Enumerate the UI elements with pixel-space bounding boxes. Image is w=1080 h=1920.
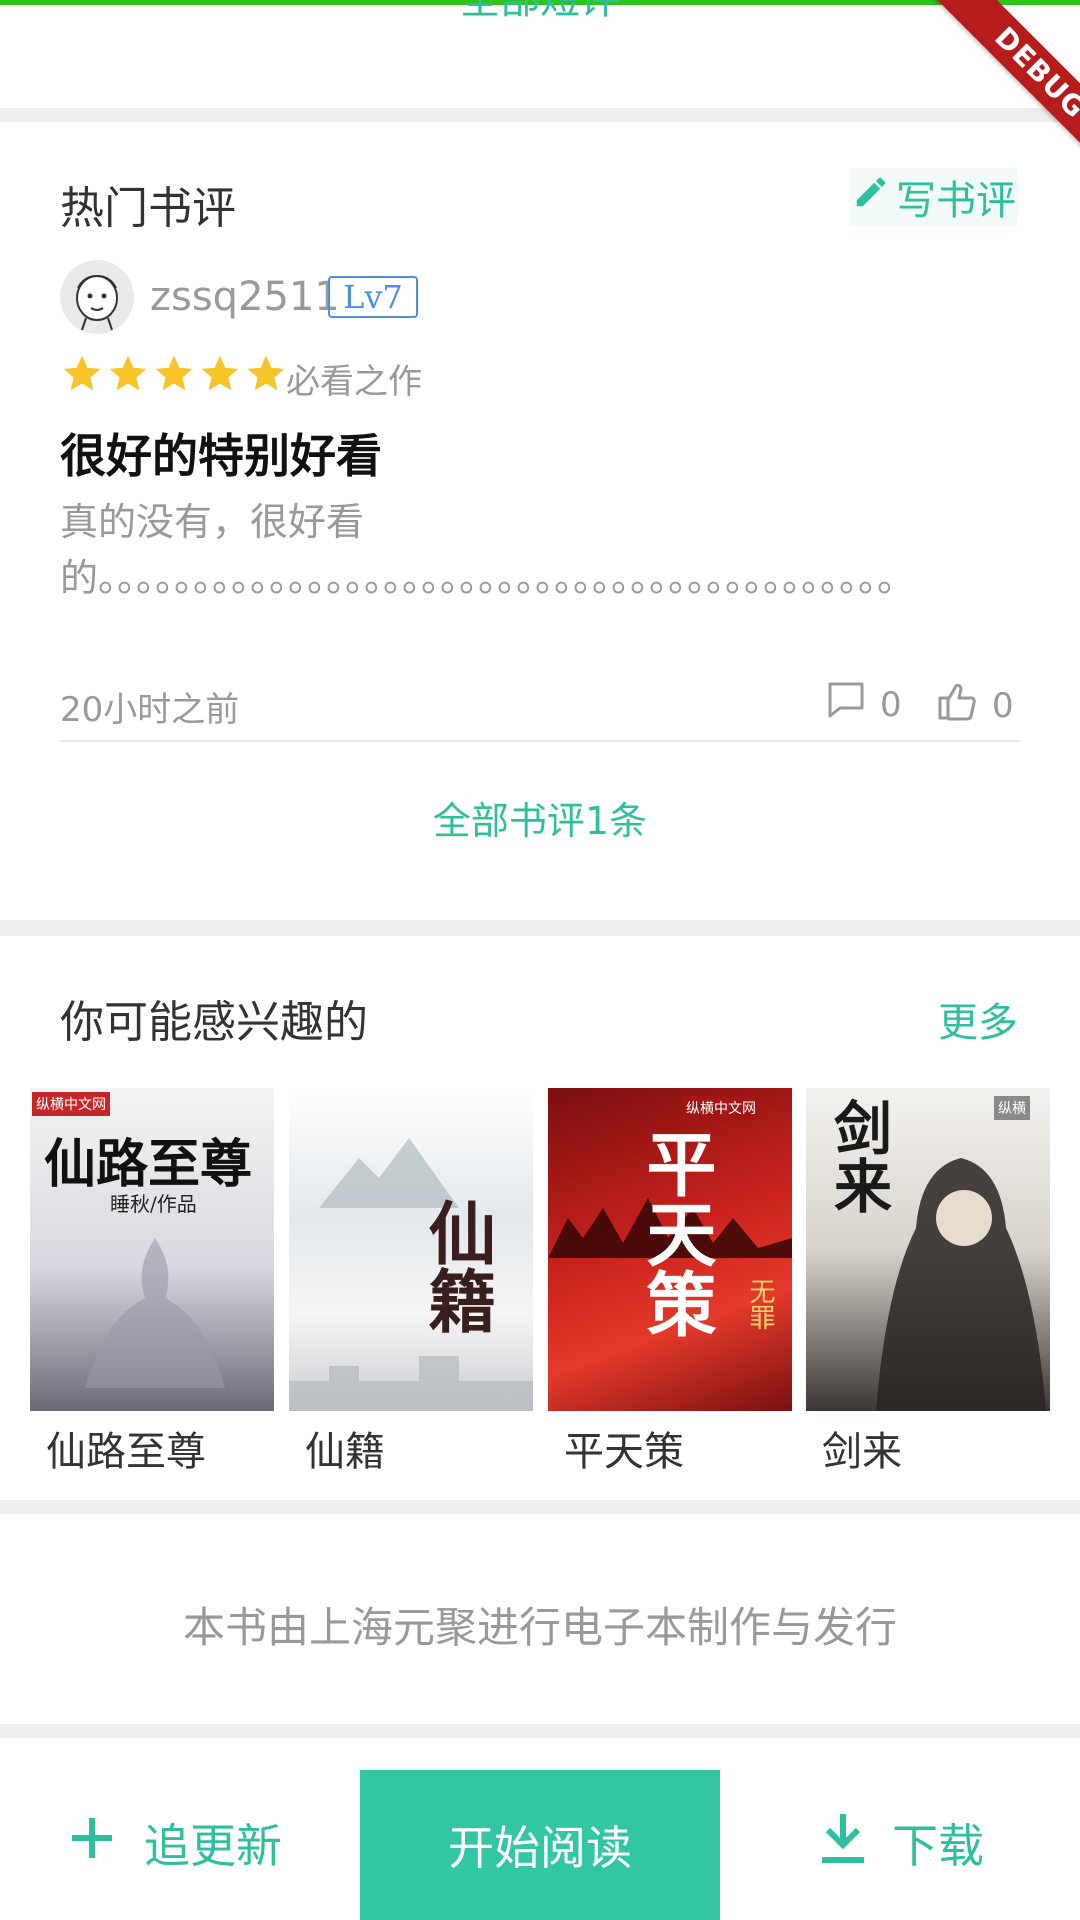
book-cover: 纵横中文网 平天策 无罪	[548, 1088, 792, 1411]
comment-stat[interactable]: 0	[826, 680, 902, 729]
cover-author: 睡秋/作品	[110, 1192, 197, 1216]
book-cover: 纵横中文网 仙路至尊 睡秋/作品	[30, 1088, 274, 1411]
review-title[interactable]: 很好的特别好看	[60, 420, 382, 486]
thumbs-up-icon	[936, 680, 978, 731]
publisher-tag: 纵横中文网	[682, 1096, 760, 1120]
star-icon	[201, 355, 239, 391]
section-divider	[0, 108, 1080, 122]
rating-stars	[60, 352, 288, 396]
all-short-reviews-link[interactable]: 全部短评	[0, 0, 1080, 24]
book-title: 仙籍	[305, 1429, 385, 1475]
publisher-tag: 纵横中文网	[32, 1092, 110, 1116]
rating-label: 必看之作	[286, 362, 422, 402]
book-cover: 仙籍	[289, 1088, 533, 1411]
publisher-note: 本书由上海元聚进行电子本制作与发行	[182, 1603, 897, 1652]
pencil-icon	[852, 173, 890, 221]
publisher-tag: 纵横	[994, 1096, 1030, 1120]
debug-banner: DEBUG	[926, 0, 1080, 187]
download-icon	[820, 1812, 866, 1875]
like-count: 0	[992, 685, 1014, 726]
section-divider	[0, 1724, 1080, 1738]
follow-updates-button[interactable]: 追更新	[70, 1810, 282, 1876]
reviewer-username[interactable]: zssq2511	[150, 274, 340, 320]
book-title: 剑来	[822, 1429, 902, 1475]
comment-icon	[826, 680, 866, 729]
book-card[interactable]: 纵横中文网 平天策 无罪 平天策	[548, 1088, 792, 1477]
start-reading-button[interactable]: 开始阅读	[360, 1770, 720, 1920]
star-icon	[247, 355, 285, 391]
book-card[interactable]: 纵横 剑来 剑来	[806, 1088, 1050, 1477]
recommend-section-title: 你可能感兴趣的	[60, 997, 368, 1048]
cover-title: 平天策	[635, 1128, 718, 1338]
cover-author: 无罪	[745, 1278, 775, 1330]
book-title: 仙路至尊	[46, 1429, 206, 1475]
star-icon	[109, 355, 147, 391]
reviews-section-title: 热门书评	[60, 183, 236, 234]
reviewer-avatar[interactable]	[60, 260, 134, 334]
download-label: 下载	[892, 1819, 984, 1873]
book-cover: 纵横 剑来	[806, 1088, 1050, 1411]
review-body[interactable]: 真的没有，很好看的。。。。。。。。。。。。。。。。。。。。。。。。。。。。。。。…	[60, 494, 1020, 606]
book-card[interactable]: 仙籍 仙籍	[289, 1088, 533, 1477]
more-recommend-link[interactable]: 更多	[938, 990, 1018, 1048]
review-divider	[60, 740, 1020, 742]
user-level-badge: Lv7	[328, 276, 418, 318]
follow-updates-label: 追更新	[144, 1819, 282, 1873]
book-card[interactable]: 纵横中文网 仙路至尊 睡秋/作品 仙路至尊	[30, 1088, 274, 1477]
like-stat[interactable]: 0	[936, 680, 1014, 731]
write-review-label: 写书评	[896, 178, 1016, 224]
write-review-button[interactable]: 写书评	[850, 168, 1018, 226]
section-divider	[0, 920, 1080, 936]
book-title: 平天策	[564, 1429, 684, 1475]
section-divider	[0, 1500, 1080, 1514]
cover-title: 仙籍	[416, 1198, 496, 1334]
plus-icon	[70, 1816, 114, 1871]
star-icon	[155, 355, 193, 391]
comment-count: 0	[880, 684, 902, 725]
all-reviews-link[interactable]: 全部书评1条	[0, 790, 1080, 845]
cover-title: 仙路至尊	[44, 1134, 253, 1195]
star-icon	[63, 355, 101, 391]
review-timestamp: 20小时之前	[60, 690, 240, 730]
download-button[interactable]: 下载	[820, 1810, 984, 1876]
